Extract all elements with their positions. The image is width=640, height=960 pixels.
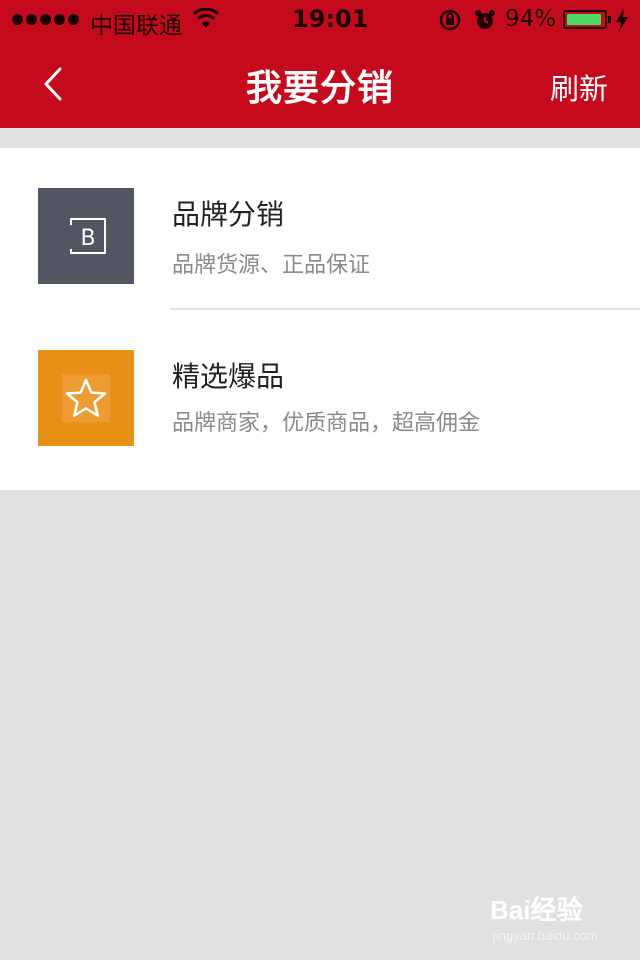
- item-subtitle: 品牌货源、正品保证: [172, 253, 371, 278]
- wifi-icon: [193, 8, 219, 28]
- status-time: 19:01: [292, 5, 369, 33]
- watermark-url: jingyan.baidu.com: [493, 928, 598, 943]
- refresh-button[interactable]: 刷新: [550, 66, 608, 108]
- status-bar: 中国联通 19:01 94%: [0, 0, 640, 40]
- page-title: 我要分销: [245, 68, 394, 109]
- baidu-jingyan-watermark: Bai经验 jingyan.baidu.com: [490, 890, 620, 950]
- alarm-icon: [475, 10, 495, 29]
- svg-text:B: B: [80, 226, 95, 251]
- carrier-name: 中国联通: [90, 13, 182, 39]
- list-item-brand-distribution[interactable]: B 品牌分销 品牌货源、正品保证: [0, 148, 640, 310]
- battery-icon: [563, 10, 611, 29]
- navigation-bar: 我要分销 刷新: [0, 40, 640, 128]
- signal-strength-icon: [12, 14, 79, 25]
- item-title: 精选爆品: [172, 360, 285, 393]
- battery-percent: 94%: [505, 6, 557, 32]
- menu-list: B 品牌分销 品牌货源、正品保证 精选爆品 品牌商家，优质商品，超高佣金: [0, 148, 640, 490]
- rotation-lock-icon: [439, 9, 461, 31]
- list-item-selected-hot-products[interactable]: 精选爆品 品牌商家，优质商品，超高佣金: [0, 310, 640, 470]
- brand-thumbnail: B: [38, 188, 134, 284]
- item-title: 品牌分销: [172, 198, 285, 231]
- charging-bolt-icon: [616, 8, 628, 32]
- star-icon: [62, 374, 110, 422]
- watermark-logo-text: Bai经验: [490, 895, 583, 925]
- item-subtitle: 品牌商家，优质商品，超高佣金: [172, 411, 481, 436]
- hot-products-thumbnail: [38, 350, 134, 446]
- brand-b-icon: B: [66, 218, 106, 254]
